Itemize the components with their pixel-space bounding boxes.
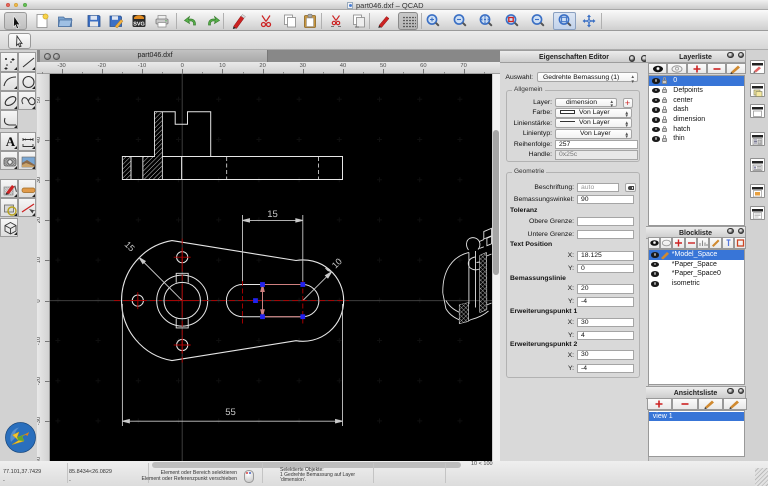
- svg-text:10: 10: [330, 256, 344, 270]
- svg-text:SVG: SVG: [133, 22, 145, 28]
- svg-text:15: 15: [267, 209, 278, 220]
- svg-text:55: 55: [225, 407, 236, 418]
- svg-text:15: 15: [123, 239, 137, 253]
